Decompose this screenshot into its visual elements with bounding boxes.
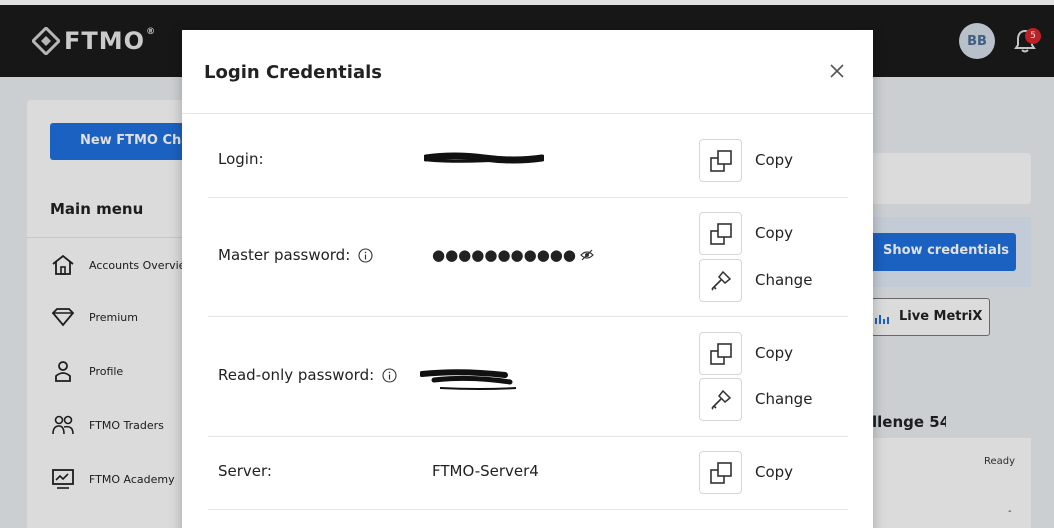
copy-read-only-password-button[interactable]	[699, 332, 742, 375]
copy-master-password-button[interactable]	[699, 212, 742, 255]
redacted-login-value	[424, 152, 544, 164]
row-divider	[208, 197, 848, 198]
key-icon	[710, 270, 731, 291]
modal-title: Login Credentials	[204, 62, 382, 83]
change-read-only-password-label[interactable]: Change	[755, 390, 812, 408]
info-icon[interactable]	[382, 367, 397, 383]
copy-icon	[709, 342, 732, 365]
copy-read-only-password-label[interactable]: Copy	[755, 344, 793, 362]
key-icon	[710, 389, 731, 410]
row-divider	[208, 436, 848, 437]
change-read-only-password-button[interactable]	[699, 378, 742, 421]
copy-master-password-label[interactable]: Copy	[755, 224, 793, 242]
copy-icon	[709, 461, 732, 484]
copy-icon	[709, 222, 732, 245]
copy-login-label[interactable]: Copy	[755, 151, 793, 169]
change-master-password-label[interactable]: Change	[755, 271, 812, 289]
login-label: Login:	[218, 150, 264, 168]
login-credentials-modal: Login Credentials Login: Copy Master pas…	[182, 30, 873, 528]
master-password-value: ●●●●●●●●●●●	[432, 246, 594, 264]
info-icon[interactable]	[358, 247, 373, 263]
copy-login-button[interactable]	[699, 139, 742, 182]
row-divider	[208, 509, 848, 510]
row-divider	[208, 316, 848, 317]
redacted-read-only-password	[420, 369, 517, 390]
master-password-label: Master password:	[218, 246, 373, 264]
modal-header-divider	[182, 113, 873, 114]
server-value: FTMO-Server4	[432, 462, 539, 480]
close-icon[interactable]	[827, 61, 847, 81]
read-only-password-label: Read-only password:	[218, 366, 397, 384]
copy-server-button[interactable]	[699, 451, 742, 494]
change-master-password-button[interactable]	[699, 259, 742, 302]
copy-icon	[709, 149, 732, 172]
server-label: Server:	[218, 462, 272, 480]
copy-server-label[interactable]: Copy	[755, 463, 793, 481]
eye-off-icon[interactable]	[580, 249, 594, 261]
